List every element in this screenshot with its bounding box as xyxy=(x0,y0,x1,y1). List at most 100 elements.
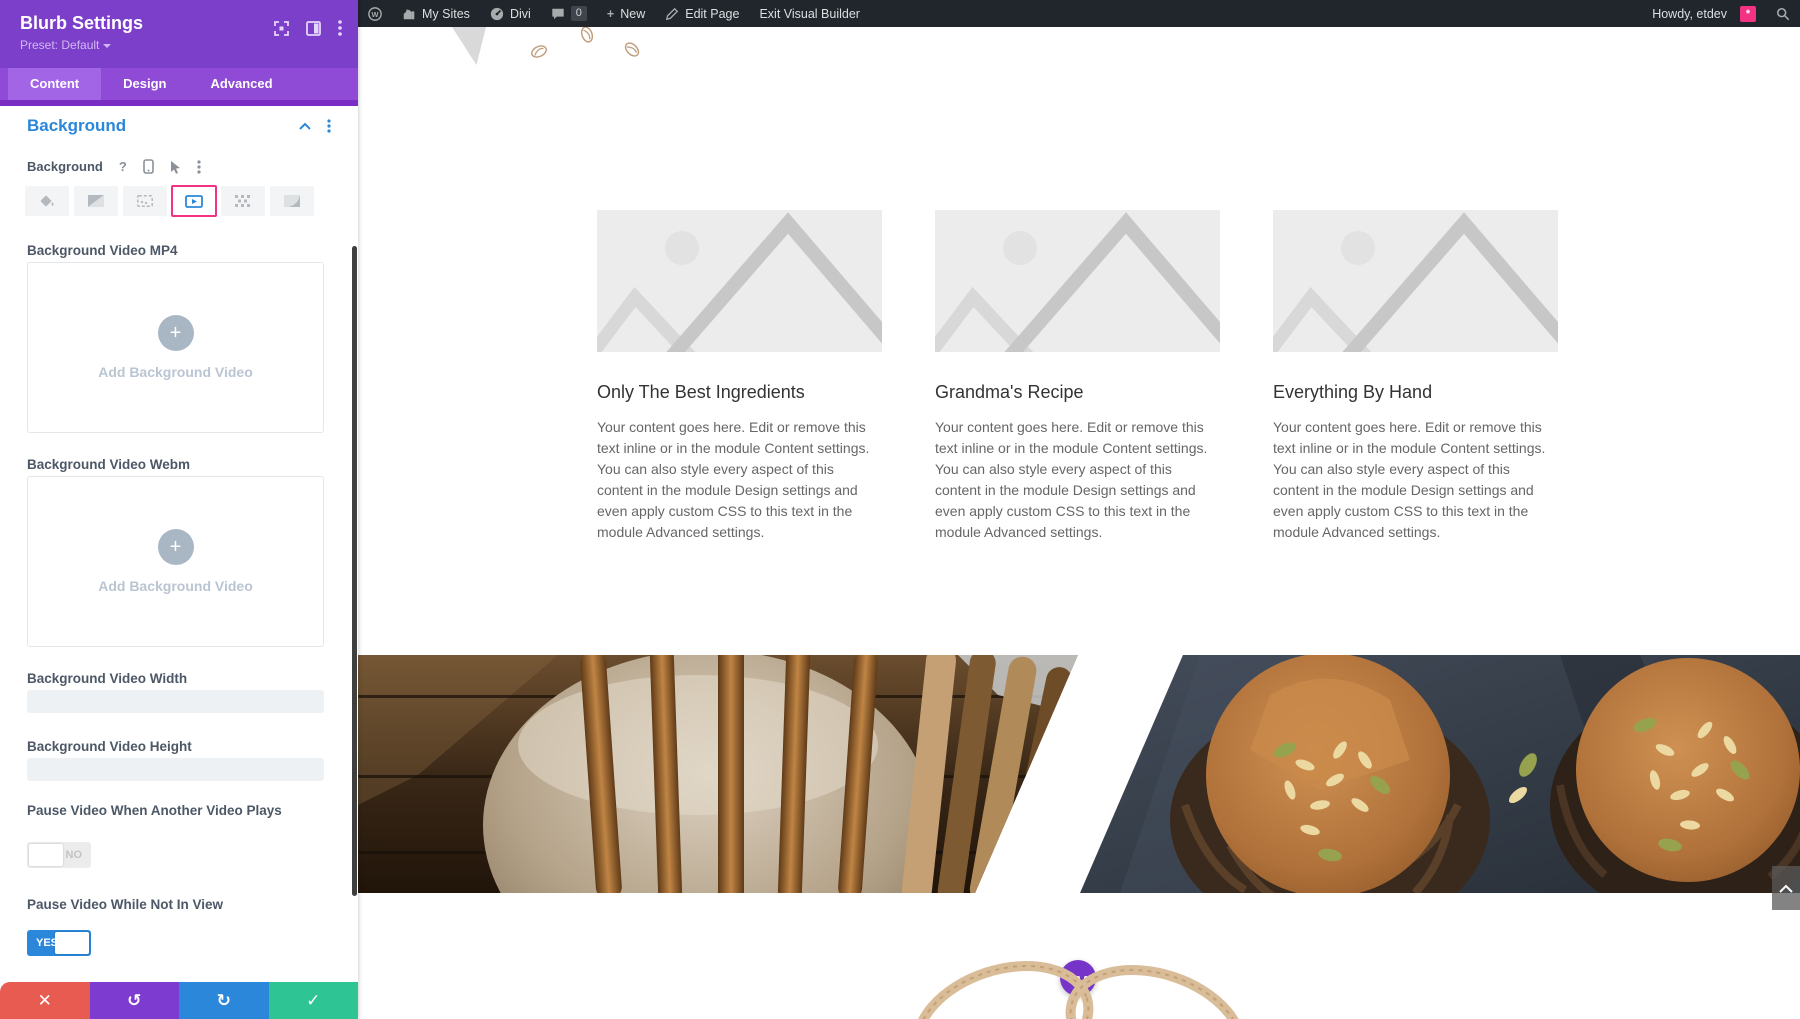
panel-layout-icon[interactable] xyxy=(306,21,321,36)
add-video-mp4-box[interactable]: + Add Background Video xyxy=(27,262,324,433)
edit-page-menu[interactable]: Edit Page xyxy=(655,0,749,27)
hover-cursor-icon[interactable] xyxy=(170,160,181,174)
new-label: New xyxy=(620,7,645,21)
bg-type-gradient-button[interactable] xyxy=(74,186,118,216)
toggle-state-label: YES xyxy=(36,937,58,949)
blurb-title: Only The Best Ingredients xyxy=(597,382,882,403)
page-preview: Only The Best Ingredients Your content g… xyxy=(358,27,1800,1019)
bg-type-color-button[interactable] xyxy=(25,186,69,216)
undo-button[interactable]: ↺ xyxy=(90,982,180,1019)
check-icon: ✓ xyxy=(306,991,320,1011)
muffins-photo xyxy=(1080,655,1800,893)
tab-advanced[interactable]: Advanced xyxy=(188,68,294,100)
bg-type-pattern-button[interactable] xyxy=(221,186,265,216)
bg-type-image-button[interactable] xyxy=(123,186,167,216)
kebab-menu-icon[interactable] xyxy=(338,20,342,36)
focus-mode-icon[interactable] xyxy=(274,21,289,36)
background-section-title[interactable]: Background xyxy=(27,116,126,136)
video-mp4-label: Background Video MP4 xyxy=(27,242,287,260)
video-height-input[interactable] xyxy=(27,758,324,781)
wordpress-icon: W xyxy=(368,7,382,21)
add-video-webm-box[interactable]: + Add Background Video xyxy=(27,476,324,647)
pencil-icon xyxy=(665,7,679,21)
placeholder-image-icon xyxy=(935,210,1220,352)
placeholder-image-icon xyxy=(597,210,882,352)
exit-visual-builder-label: Exit Visual Builder xyxy=(759,7,860,21)
blurb-module[interactable]: Everything By Hand Your content goes her… xyxy=(1273,210,1558,543)
mask-icon xyxy=(284,195,300,207)
blurb-module[interactable]: Only The Best Ingredients Your content g… xyxy=(597,210,882,543)
pattern-icon xyxy=(235,195,251,207)
blurb-module[interactable]: Grandma's Recipe Your content goes here.… xyxy=(935,210,1220,543)
toggle-knob xyxy=(29,844,63,866)
divi-label: Divi xyxy=(510,7,531,21)
blurb-body: Your content goes here. Edit or remove t… xyxy=(1273,417,1558,543)
plus-icon: + xyxy=(158,529,194,565)
paint-bucket-icon xyxy=(39,194,56,209)
background-type-selector xyxy=(25,186,314,216)
close-icon: ✕ xyxy=(38,991,52,1011)
bg-type-mask-button[interactable] xyxy=(270,186,314,216)
svg-text:W: W xyxy=(371,10,378,19)
my-sites-label: My Sites xyxy=(422,7,470,21)
pause-view-label: Pause Video While Not In View xyxy=(27,896,287,914)
tab-design[interactable]: Design xyxy=(101,68,188,100)
save-button[interactable]: ✓ xyxy=(269,982,359,1019)
wp-admin-bar: W My Sites Divi 0 + New Edit Page Exit V… xyxy=(358,0,1800,27)
new-content-menu[interactable]: + New xyxy=(597,0,655,27)
divi-menu[interactable]: Divi xyxy=(480,0,541,27)
exit-visual-builder-button[interactable]: Exit Visual Builder xyxy=(749,0,870,27)
responsive-phone-icon[interactable] xyxy=(143,159,154,174)
bread-photo xyxy=(358,655,1078,893)
howdy-label: Howdy, etdev xyxy=(1652,7,1727,21)
wp-logo-menu[interactable]: W xyxy=(358,0,392,27)
my-sites-icon xyxy=(402,7,416,21)
section-kebab-icon[interactable] xyxy=(327,119,331,133)
search-icon xyxy=(1776,7,1790,21)
blurb-body: Your content goes here. Edit or remove t… xyxy=(597,417,882,543)
comments-menu[interactable]: 0 xyxy=(541,0,597,27)
search-button[interactable] xyxy=(1766,7,1800,21)
redo-icon: ↻ xyxy=(217,991,231,1011)
coffee-bean-illustration xyxy=(528,42,550,61)
panel-scrollbar[interactable] xyxy=(352,246,357,896)
account-menu[interactable]: Howdy, etdev * xyxy=(1642,6,1766,22)
discard-button[interactable]: ✕ xyxy=(0,982,90,1019)
pause-other-label: Pause Video When Another Video Plays xyxy=(27,802,287,820)
plus-icon: + xyxy=(607,7,614,21)
help-icon[interactable]: ? xyxy=(119,159,127,174)
comment-icon xyxy=(551,7,565,21)
scroll-top-button[interactable] xyxy=(1772,866,1800,910)
my-sites-menu[interactable]: My Sites xyxy=(392,0,480,27)
toggle-state-label: NO xyxy=(66,849,83,861)
background-field-label: Background xyxy=(27,159,103,174)
comments-count: 0 xyxy=(571,6,587,21)
undo-icon: ↺ xyxy=(127,991,141,1011)
blurb-row: Only The Best Ingredients Your content g… xyxy=(597,210,1558,543)
coffee-bean-illustration xyxy=(578,27,596,45)
preset-label: Preset: Default xyxy=(20,38,99,52)
image-icon xyxy=(137,195,153,207)
panel-header: Blurb Settings Preset: Default xyxy=(0,0,358,68)
plus-icon: + xyxy=(158,315,194,351)
chevron-up-icon xyxy=(1779,884,1793,893)
edit-page-label: Edit Page xyxy=(685,7,739,21)
avatar: * xyxy=(1740,6,1756,22)
collapse-section-icon[interactable] xyxy=(299,122,311,130)
tab-content[interactable]: Content xyxy=(8,68,101,100)
gradient-icon xyxy=(88,195,104,207)
toggle-knob xyxy=(55,932,89,954)
video-height-label: Background Video Height xyxy=(27,738,287,756)
preset-dropdown[interactable]: Preset: Default xyxy=(20,38,338,52)
video-width-label: Background Video Width xyxy=(27,670,287,688)
settings-tabs: Content Design Advanced xyxy=(0,68,358,100)
pause-other-toggle[interactable]: NO xyxy=(27,842,91,868)
avatar-glyph: * xyxy=(1746,8,1750,20)
add-video-label: Add Background Video xyxy=(98,578,253,594)
options-kebab-icon[interactable] xyxy=(197,160,201,174)
decor-triangle xyxy=(452,27,486,65)
redo-button[interactable]: ↻ xyxy=(179,982,269,1019)
bg-type-video-button[interactable] xyxy=(171,185,217,217)
pause-view-toggle[interactable]: YES xyxy=(27,930,91,956)
video-width-input[interactable] xyxy=(27,690,324,713)
